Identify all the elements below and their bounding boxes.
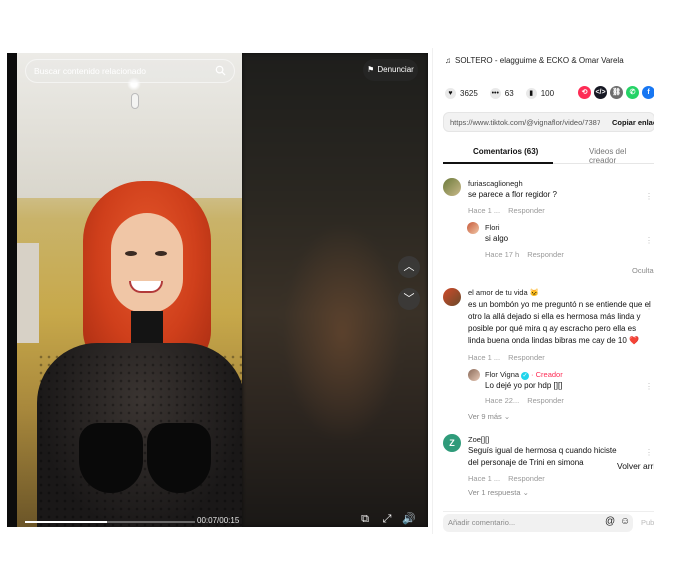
progress-fill: [25, 521, 107, 523]
comment-username[interactable]: Zoe[][]: [468, 435, 489, 444]
comment-username[interactable]: furiascaglionegh: [468, 179, 523, 188]
repost-share-icon[interactable]: ⟲: [578, 86, 591, 99]
comment-meta: Hace 1 ... Responder: [468, 474, 545, 483]
music-title[interactable]: ♫ SOLTERO - elagguime & ECKO & Omar Varel…: [445, 56, 624, 65]
reply-button[interactable]: Responder: [527, 250, 564, 259]
tab-creator-videos[interactable]: Videos del creador: [589, 147, 654, 165]
comment-meta: Hace 1 ... Responder: [468, 353, 545, 362]
view-more-replies[interactable]: Ver 9 más ⌄: [468, 412, 510, 421]
avatar[interactable]: [468, 369, 480, 381]
music-note-icon: ♫: [445, 56, 451, 65]
video-player[interactable]: Buscar contenido relacionado ⚑ Denunciar …: [7, 53, 428, 527]
more-options-icon[interactable]: ⋮: [645, 302, 653, 311]
share-icons: ⟲ </> ⛓ ✆ f: [578, 86, 654, 99]
chevron-up-icon: ︿: [403, 261, 415, 273]
comment-stat[interactable]: ••• 63: [489, 87, 514, 99]
comment-meta: Hace 1 ... Responder: [468, 206, 545, 215]
active-tab-indicator: [443, 162, 553, 164]
link-box: https://www.tiktok.com/@vignaflor/video/…: [443, 112, 654, 132]
reply-meta: Hace 17 h Responder: [485, 250, 564, 259]
report-button[interactable]: ⚑ Denunciar: [363, 59, 418, 81]
more-options-icon[interactable]: ⋮: [645, 382, 653, 391]
chevron-down-icon: ﹀: [403, 293, 415, 305]
side-panel: ♫ SOLTERO - elagguime & ECKO & Omar Varel…: [432, 48, 654, 534]
heart-icon: ♥: [445, 87, 456, 99]
avatar[interactable]: [467, 222, 479, 234]
next-video-button[interactable]: ﹀: [398, 288, 420, 310]
stats-row: ♥ 3625 ••• 63 ▮ 100: [445, 86, 566, 100]
comment-text: Seguís igual de hermosa q cuando hiciste…: [468, 446, 617, 467]
chevron-down-icon: ⌄: [503, 412, 511, 421]
whatsapp-share-icon[interactable]: ✆: [626, 86, 639, 99]
progress-bar[interactable]: [25, 521, 195, 523]
comment-icon: •••: [489, 87, 501, 99]
avatar[interactable]: [443, 288, 461, 306]
reply-meta: Hace 22... Responder: [485, 396, 564, 405]
flag-icon: ⚑: [367, 65, 375, 74]
volume-icon[interactable]: 🔊: [401, 511, 417, 527]
bookmark-icon: ▮: [525, 87, 537, 99]
search-placeholder: Buscar contenido relacionado: [34, 66, 146, 76]
hide-replies-link[interactable]: Ocultar: [632, 266, 654, 275]
search-icon[interactable]: [215, 65, 226, 76]
video-time: 00:07/00:15: [197, 516, 240, 525]
like-stat[interactable]: ♥ 3625: [445, 87, 478, 99]
tab-comments[interactable]: Comentarios (63): [473, 147, 538, 156]
comment-text: se parece a flor regidor ?: [468, 190, 557, 199]
reply-text: si algo: [485, 234, 509, 243]
reply-button[interactable]: Responder: [508, 353, 545, 362]
reply-button[interactable]: Responder: [527, 396, 564, 405]
embed-share-icon[interactable]: </>: [594, 86, 607, 99]
creator-badge: · Creador: [531, 370, 563, 379]
copy-link-button[interactable]: Copiar enlace: [612, 118, 654, 127]
more-options-icon[interactable]: ⋮: [645, 448, 653, 457]
post-button[interactable]: Publicar: [641, 518, 654, 527]
pip-icon[interactable]: ⧉: [357, 511, 373, 527]
comment-bar: Añadir comentario... @ ☺ Publicar: [443, 511, 654, 532]
reply-username[interactable]: Flori: [485, 223, 500, 232]
emoji-icon[interactable]: ☺: [620, 516, 630, 527]
save-stat[interactable]: ▮ 100: [525, 87, 554, 99]
reply-button[interactable]: Responder: [508, 474, 545, 483]
view-more-replies[interactable]: Ver 1 respuesta ⌄: [468, 488, 529, 497]
more-options-icon[interactable]: ⋮: [645, 192, 653, 201]
tabs: Comentarios (63) Videos del creador: [443, 142, 654, 165]
comment-username[interactable]: el amor de tu vida 🐱: [468, 288, 539, 297]
reply-username[interactable]: Flor Vigna ✓ · Creador: [485, 370, 563, 380]
reply-text: Lo dejé yo por hdp [][]: [485, 381, 563, 390]
fullscreen-icon[interactable]: ⤢: [379, 511, 395, 527]
chevron-down-icon: ⌄: [522, 488, 529, 497]
back-to-top-button[interactable]: Volver arriba: [617, 461, 654, 471]
report-label: Denunciar: [377, 65, 414, 74]
more-options-icon[interactable]: ⋮: [645, 236, 653, 245]
reply-button[interactable]: Responder: [508, 206, 545, 215]
avatar[interactable]: Z: [443, 434, 461, 452]
link-share-icon[interactable]: ⛓: [610, 86, 623, 99]
blurred-background: [242, 53, 428, 527]
verified-icon: ✓: [521, 372, 530, 380]
comment-text: es un bombón yo me preguntó n se entiend…: [468, 300, 651, 345]
search-input[interactable]: Buscar contenido relacionado: [25, 59, 235, 83]
avatar[interactable]: [443, 178, 461, 196]
previous-video-button[interactable]: ︿: [398, 256, 420, 278]
video-link[interactable]: https://www.tiktok.com/@vignaflor/video/…: [450, 118, 600, 127]
mention-icon[interactable]: @: [605, 516, 615, 527]
video-frame[interactable]: [17, 53, 242, 527]
facebook-share-icon[interactable]: f: [642, 86, 654, 99]
